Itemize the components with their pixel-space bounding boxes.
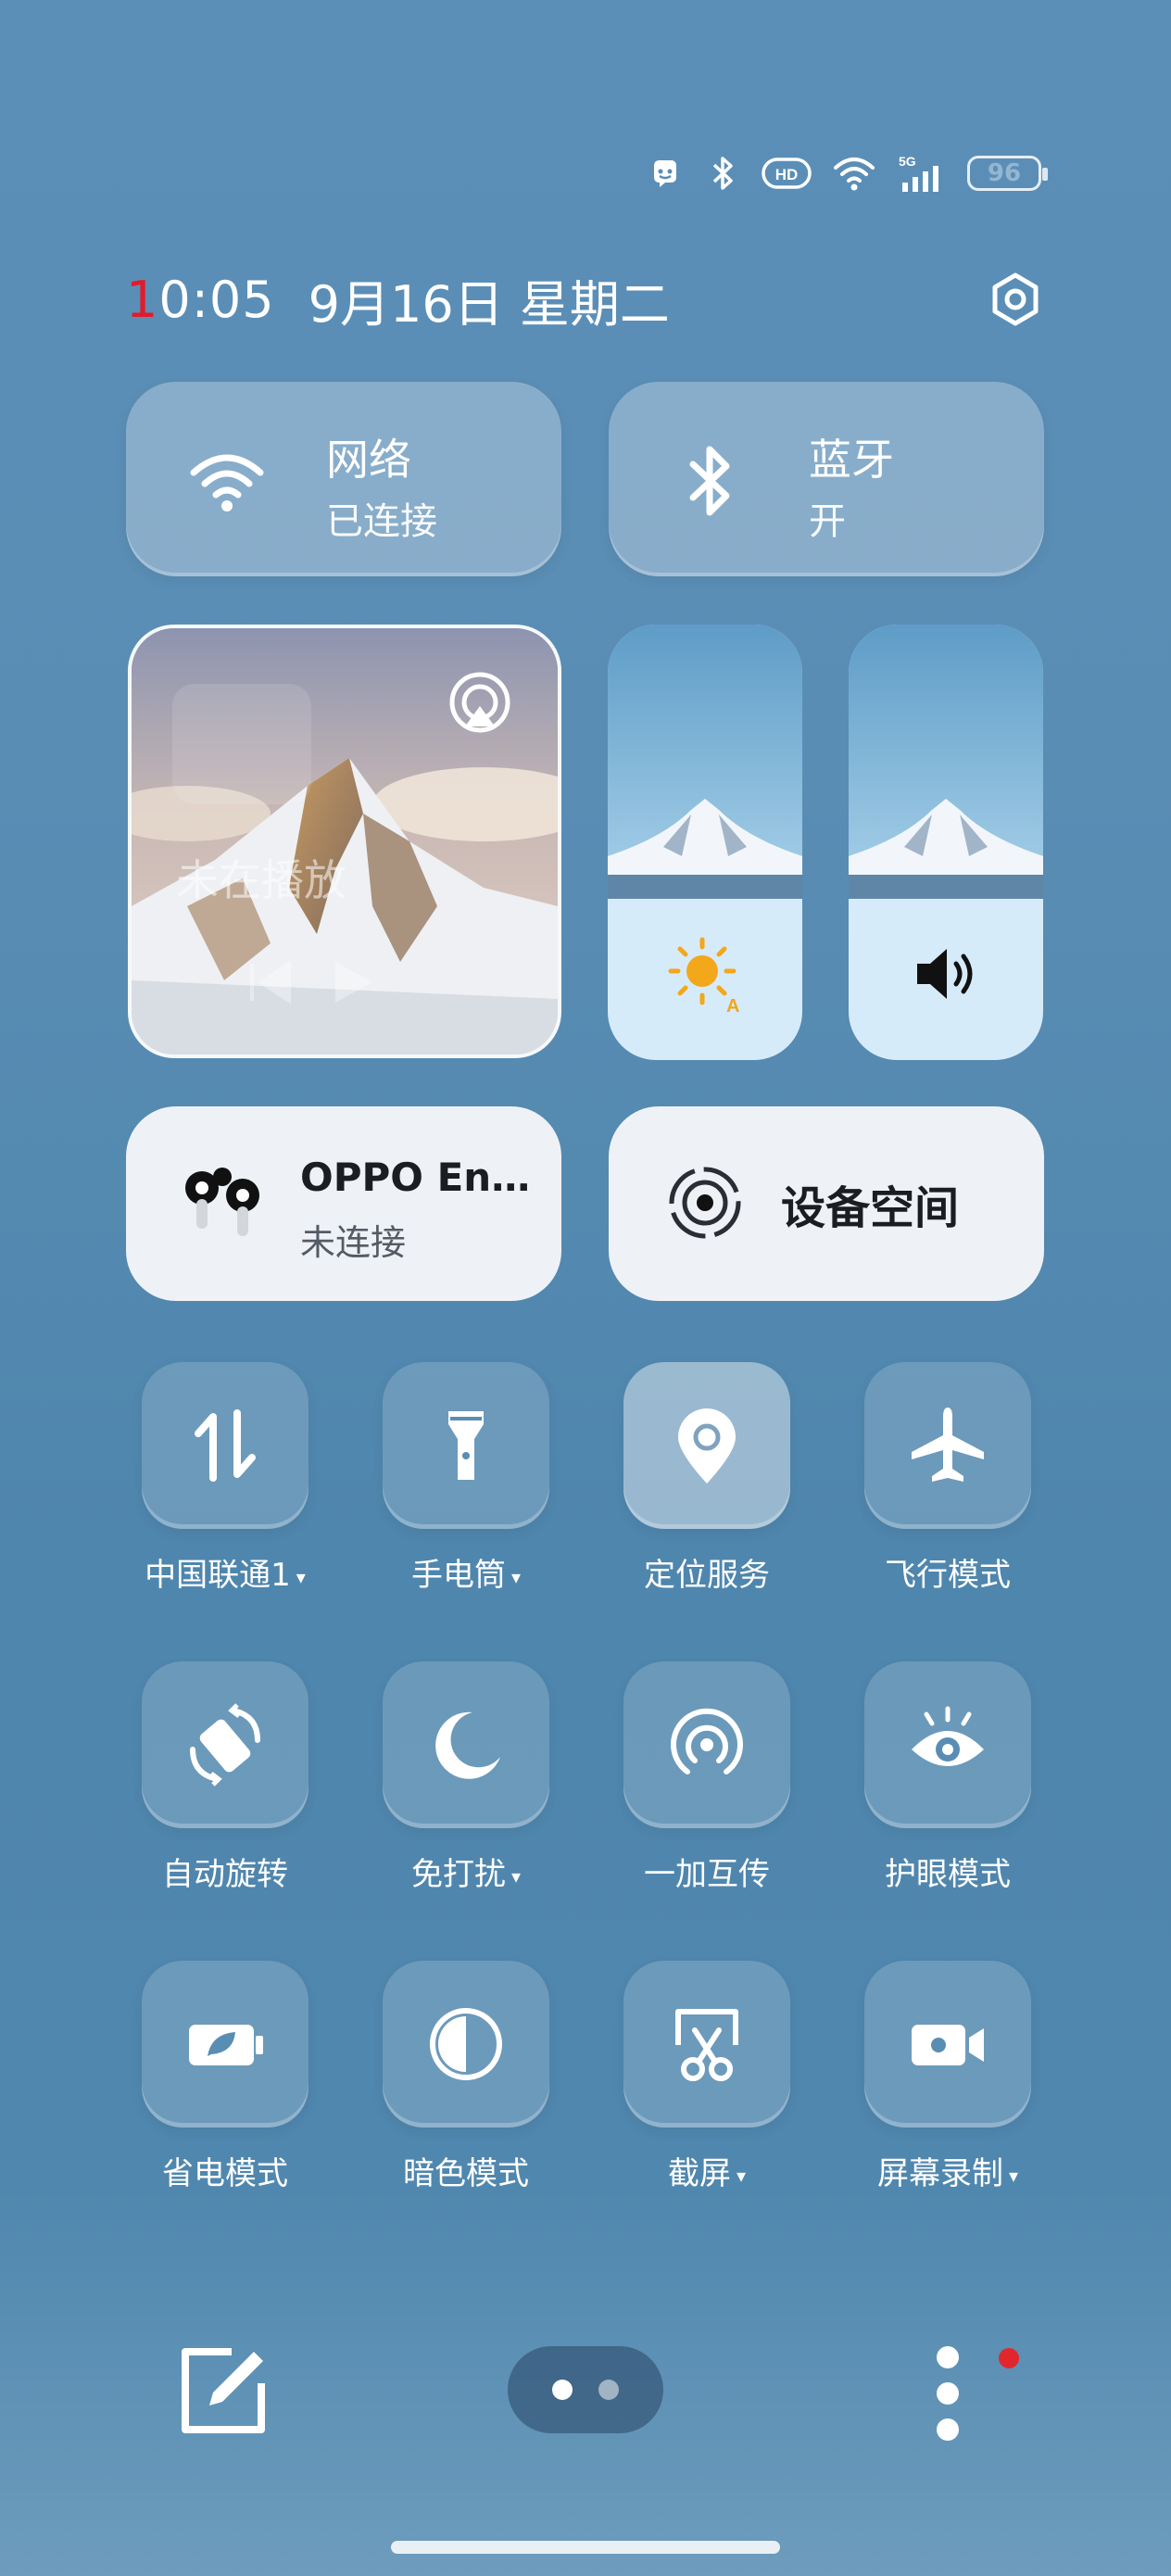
- speaker-icon: [904, 932, 988, 1016]
- battery-level: 96: [987, 159, 1022, 187]
- mobile-data-toggle[interactable]: [142, 1362, 308, 1529]
- wifi-icon: [832, 155, 876, 192]
- mobile-data-icon: [195, 1409, 256, 1482]
- battery-saver-icon: [189, 2025, 263, 2065]
- brightness-slider[interactable]: A: [608, 625, 802, 1060]
- do-not-disturb-toggle[interactable]: [383, 1661, 549, 1828]
- toggle-label-share: 一加互传: [644, 1856, 770, 1893]
- bluetooth-status: 开: [809, 500, 846, 543]
- flashlight-toggle[interactable]: [383, 1362, 549, 1529]
- location-icon: [678, 1408, 736, 1484]
- toggle-label-airplane: 飞行模式: [885, 1557, 1011, 1594]
- toggle-label-eye-comfort: 护眼模式: [885, 1856, 1011, 1893]
- bluetooth-icon: [668, 439, 751, 523]
- svg-text:A: A: [726, 996, 739, 1016]
- notification-badge: [999, 2348, 1019, 2368]
- header: 10:05 9月16日 星期二: [126, 267, 1045, 334]
- toggle-label-screen-record: 屏幕录制 ▾: [876, 2155, 1019, 2192]
- wifi-icon: [185, 439, 269, 523]
- bluetooth-tile[interactable]: 蓝牙 开: [609, 382, 1044, 576]
- network-status: 已连接: [326, 500, 437, 543]
- edit-icon[interactable]: [176, 2344, 269, 2437]
- auto-rotate-icon: [190, 1703, 260, 1787]
- toggle-label-auto-rotate: 自动旋转: [162, 1856, 288, 1893]
- location-toggle[interactable]: [623, 1362, 790, 1529]
- toggle-label-battery-saver: 省电模式: [162, 2155, 288, 2192]
- earbuds-title: OPPO Enco...: [300, 1155, 543, 1200]
- device-space-tile[interactable]: 设备空间: [609, 1106, 1044, 1301]
- svg-text:5G: 5G: [899, 154, 916, 169]
- slider-mountain-image: [608, 625, 802, 899]
- screenshot-icon: [675, 2009, 738, 2081]
- toggle-label-flashlight: 手电筒 ▾: [410, 1557, 522, 1594]
- bluetooth-icon: [704, 155, 741, 192]
- cast-icon[interactable]: [443, 669, 517, 743]
- screen-record-toggle[interactable]: [864, 1961, 1031, 2128]
- earbuds-icon: [178, 1156, 271, 1249]
- media-status: 未在播放: [176, 855, 346, 905]
- toggle-label-dark-mode: 暗色模式: [403, 2155, 529, 2192]
- volume-slider[interactable]: [849, 625, 1043, 1060]
- moon-icon: [435, 1711, 500, 1779]
- device-space-title: 设备空间: [781, 1182, 960, 1234]
- page-indicator[interactable]: [508, 2346, 663, 2433]
- hd-icon: HD: [762, 155, 812, 192]
- battery-saver-toggle[interactable]: [142, 1961, 308, 2128]
- svg-text:HD: HD: [775, 166, 799, 183]
- dark-mode-icon: [430, 2008, 502, 2080]
- toggle-label-location: 定位服务: [644, 1557, 770, 1594]
- clock: 10:05: [126, 271, 275, 329]
- eye-comfort-toggle[interactable]: [864, 1661, 1031, 1828]
- share-icon: [671, 1708, 743, 1774]
- network-title: 网络: [326, 435, 411, 485]
- page-dot-active: [552, 2380, 573, 2400]
- screen-record-icon: [912, 2025, 984, 2065]
- auto-brightness-icon: A: [663, 932, 747, 1017]
- share-toggle[interactable]: [623, 1661, 790, 1828]
- toggle-label-mobile-data: 中国联通1 ▾: [145, 1557, 306, 1594]
- flashlight-icon: [448, 1411, 484, 1480]
- home-indicator[interactable]: [391, 2541, 780, 2554]
- clock-rest: 0:05: [158, 270, 275, 329]
- date: 9月16日 星期二: [308, 274, 670, 334]
- earbuds-status: 未连接: [300, 1222, 407, 1263]
- eye-icon: [912, 1706, 984, 1766]
- settings-icon[interactable]: [986, 270, 1045, 329]
- screenshot-toggle[interactable]: [623, 1961, 790, 2128]
- slider-mountain-image: [849, 625, 1043, 899]
- 5g-signal-icon: 5G: [897, 154, 947, 192]
- earbuds-tile[interactable]: OPPO Enco... 未连接: [126, 1106, 561, 1301]
- more-options-icon[interactable]: [932, 2342, 963, 2444]
- airplane-toggle[interactable]: [864, 1362, 1031, 1529]
- auto-rotate-toggle[interactable]: [142, 1661, 308, 1828]
- media-player[interactable]: 未在播放: [128, 625, 561, 1058]
- bluetooth-title: 蓝牙: [809, 435, 894, 485]
- toggle-label-dnd: 免打扰 ▾: [410, 1856, 522, 1893]
- status-bar: HD 5G 96: [647, 148, 1048, 198]
- page-dot: [598, 2380, 619, 2400]
- battery-indicator: 96: [967, 156, 1048, 191]
- album-art-placeholder: [172, 684, 311, 804]
- device-space-icon: [661, 1158, 749, 1247]
- dark-mode-toggle[interactable]: [383, 1961, 549, 2128]
- toggle-label-screenshot: 截屏 ▾: [667, 2155, 747, 2192]
- network-tile[interactable]: 网络 已连接: [126, 382, 561, 576]
- clock-first-digit: 1: [126, 270, 159, 329]
- airplane-icon: [912, 1408, 984, 1482]
- notification-icon: [647, 155, 684, 192]
- playback-controls: [215, 954, 493, 1010]
